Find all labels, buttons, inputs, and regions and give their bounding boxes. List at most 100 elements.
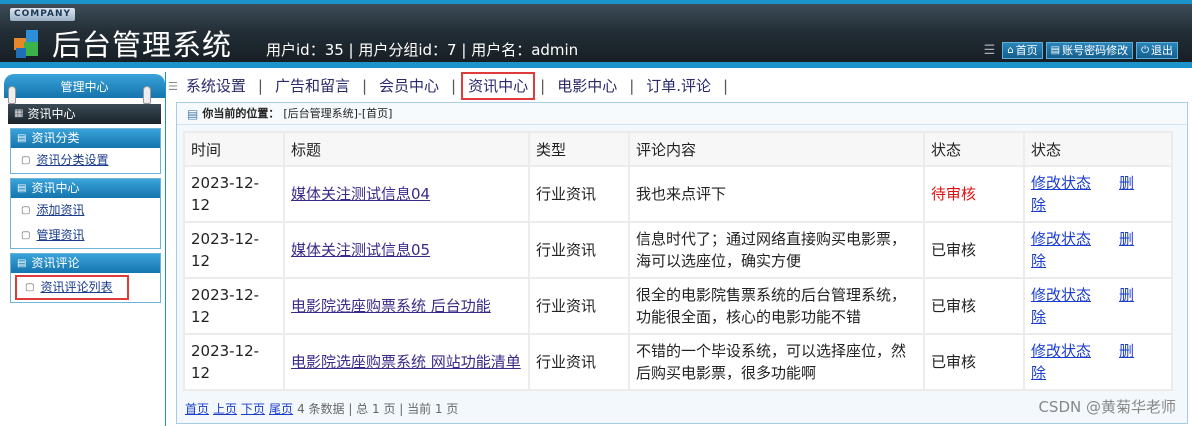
- tab-separator: |: [257, 77, 263, 95]
- cell-type: 行业资讯: [528, 221, 630, 279]
- edit-status-link[interactable]: 修改状态: [1031, 230, 1091, 248]
- group-header[interactable]: ▤ 资讯评论: [11, 254, 160, 273]
- title-link[interactable]: 媒体关注测试信息05: [291, 241, 430, 259]
- home-button-label: 首页: [1015, 44, 1038, 57]
- cell-title: 电影院选座购票系统 后台功能: [283, 277, 530, 335]
- title-link[interactable]: 媒体关注测试信息04: [291, 185, 430, 203]
- breadcrumb-path: [后台管理系统]-[首页]: [283, 106, 393, 120]
- panel-icon: ▤: [17, 258, 27, 269]
- tab-orders-reviews[interactable]: 订单.评论: [640, 73, 717, 99]
- app-header: COMPANY 后台管理系统 用户id：35 | 用户分组id：7 | 用户名：…: [0, 0, 1192, 68]
- pin-icon: [143, 86, 151, 104]
- sidebar: 管理中心 ▦ 资讯中心 ▤ 资讯分类 ▢ 资讯分类设置 ▤ 资讯中心 ▢ 添加资…: [4, 72, 166, 426]
- table-row: 2023-12-12 媒体关注测试信息05 行业资讯 信息时代了；通过网络直接购…: [183, 221, 1173, 279]
- cell-type: 行业资讯: [528, 165, 630, 223]
- sidebar-item-comment-list[interactable]: ▢ 资讯评论列表: [15, 275, 129, 300]
- tab-separator: |: [361, 77, 368, 95]
- location-icon: ▤: [187, 106, 199, 121]
- column-header: 评论内容: [628, 131, 925, 167]
- tab-news-center[interactable]: 资讯中心: [461, 72, 536, 100]
- group-header[interactable]: ▤ 资讯中心: [11, 179, 160, 198]
- home-button[interactable]: ⌂ 首页: [1002, 42, 1043, 59]
- sidebar-item-add-news[interactable]: ▢ 添加资讯: [11, 198, 160, 223]
- grip-icon: ☰: [983, 43, 996, 58]
- breadcrumb: ▤ 你当前的位置： [后台管理系统]-[首页]: [177, 103, 1187, 125]
- app-title: 后台管理系统: [52, 28, 233, 62]
- pager-next[interactable]: 下页: [241, 400, 265, 417]
- pager-first[interactable]: 首页: [185, 400, 209, 417]
- tab-separator: |: [540, 77, 546, 95]
- tab-separator: |: [723, 77, 729, 95]
- sidebar-item-manage-news[interactable]: ▢ 管理资讯: [11, 223, 160, 248]
- table-row: 2023-12-12 媒体关注测试信息04 行业资讯 我也来点评下 待审核 修改…: [183, 165, 1173, 223]
- pin-icon: [8, 86, 16, 104]
- cell-time: 2023-12-12: [183, 221, 285, 279]
- tab-ads-messages[interactable]: 广告和留言: [269, 73, 356, 99]
- sidebar-item-label: 资讯评论列表: [40, 280, 113, 294]
- column-header: 类型: [528, 131, 630, 167]
- group-header[interactable]: ▤ 资讯分类: [11, 129, 160, 148]
- page-icon: ▢: [25, 282, 35, 293]
- pager-prev[interactable]: 上页: [213, 400, 237, 417]
- cell-actions: 修改状态 删除: [1023, 165, 1173, 223]
- cell-content: 不错的一个毕设系统，可以选择座位，然后购买电影票，很多功能啊: [628, 333, 925, 391]
- logout-label: 退出: [1151, 44, 1173, 57]
- sidebar-selected-section[interactable]: ▦ 资讯中心: [8, 104, 161, 124]
- sidebar-item-category-settings[interactable]: ▢ 资讯分类设置: [11, 148, 160, 173]
- main-content: ▤ 你当前的位置： [后台管理系统]-[首页] 时间 标题 类型 评论内容 状态…: [176, 102, 1188, 424]
- group-title: 资讯评论: [31, 256, 80, 270]
- sidebar-group-news: ▤ 资讯中心 ▢ 添加资讯 ▢ 管理资讯: [10, 178, 161, 249]
- table-row: 2023-12-12 电影院选座购票系统 后台功能 行业资讯 很全的电影院售票系…: [183, 277, 1173, 335]
- pager-last[interactable]: 尾页: [269, 400, 293, 417]
- edit-status-link[interactable]: 修改状态: [1031, 174, 1091, 192]
- header-actions: ☰ ⌂ 首页 ▤ 账号密码修改 ⏻ 退出: [984, 42, 1178, 59]
- sidebar-group-comments: ▤ 资讯评论 ▢ 资讯评论列表: [10, 253, 161, 303]
- cube-logo-icon: [14, 30, 38, 58]
- group-title: 资讯分类: [31, 131, 80, 145]
- page-icon: ▢: [21, 155, 31, 166]
- edit-status-link[interactable]: 修改状态: [1031, 286, 1091, 304]
- header-divider: [0, 62, 1192, 68]
- watermark: CSDN @黄菊华老师: [1038, 398, 1176, 416]
- power-icon: ⏻: [1141, 45, 1149, 56]
- pager: 首页 上页 下页 尾页 4 条数据 | 总 1 页 | 当前 1 页: [185, 400, 458, 417]
- company-badge: COMPANY: [10, 8, 75, 21]
- top-nav: ☰ 系统设置 | 广告和留言 | 会员中心 | 资讯中心 | 电影中心 | 订单…: [168, 72, 734, 100]
- cell-content: 信息时代了；通过网络直接购买电影票，海可以选座位，确实方便: [628, 221, 925, 279]
- tab-system-settings[interactable]: 系统设置: [180, 73, 252, 99]
- cell-status: 已审核: [923, 333, 1025, 391]
- panel-icon: ▤: [17, 133, 27, 144]
- cell-type: 行业资讯: [528, 277, 630, 335]
- column-header: 状态: [923, 131, 1025, 167]
- cell-content: 很全的电影院售票系统的后台管理系统，功能很全面，核心的电影功能不错: [628, 277, 925, 335]
- title-link[interactable]: 电影院选座购票系统 后台功能: [291, 297, 491, 315]
- pager-summary: 4 条数据 | 总 1 页 | 当前 1 页: [297, 402, 459, 416]
- sidebar-head: 管理中心: [4, 74, 165, 104]
- logout-button[interactable]: ⏻ 退出: [1136, 42, 1178, 59]
- comments-table: 时间 标题 类型 评论内容 状态 状态 2023-12-12 媒体关注测试信息0…: [183, 131, 1173, 391]
- cell-actions: 修改状态 删除: [1023, 221, 1173, 279]
- tab-separator: |: [451, 77, 457, 95]
- table-row: 2023-12-12 电影院选座购票系统 网站功能清单 行业资讯 不错的一个毕设…: [183, 333, 1173, 391]
- selected-section-label: 资讯中心: [27, 107, 76, 121]
- panel-icon: ▤: [17, 183, 27, 194]
- tab-members[interactable]: 会员中心: [373, 73, 445, 99]
- cell-type: 行业资讯: [528, 333, 630, 391]
- edit-status-link[interactable]: 修改状态: [1031, 342, 1091, 360]
- title-link[interactable]: 电影院选座购票系统 网站功能清单: [291, 353, 521, 371]
- grip-icon: ☰: [168, 79, 178, 93]
- cell-status: 已审核: [923, 277, 1025, 335]
- cell-title: 媒体关注测试信息05: [283, 221, 530, 279]
- sidebar-item-label: 资讯分类设置: [36, 153, 109, 167]
- sidebar-group-category: ▤ 资讯分类 ▢ 资讯分类设置: [10, 128, 161, 174]
- cell-actions: 修改状态 删除: [1023, 333, 1173, 391]
- group-title: 资讯中心: [31, 181, 80, 195]
- cell-content: 我也来点评下: [628, 165, 925, 223]
- column-header: 标题: [283, 131, 530, 167]
- cell-time: 2023-12-12: [183, 165, 285, 223]
- change-password-button[interactable]: ▤ 账号密码修改: [1045, 42, 1134, 59]
- column-header: 时间: [183, 131, 285, 167]
- tab-movie-center[interactable]: 电影中心: [551, 73, 623, 99]
- edit-icon: ▤: [1050, 45, 1061, 56]
- cell-title: 电影院选座购票系统 网站功能清单: [283, 333, 530, 391]
